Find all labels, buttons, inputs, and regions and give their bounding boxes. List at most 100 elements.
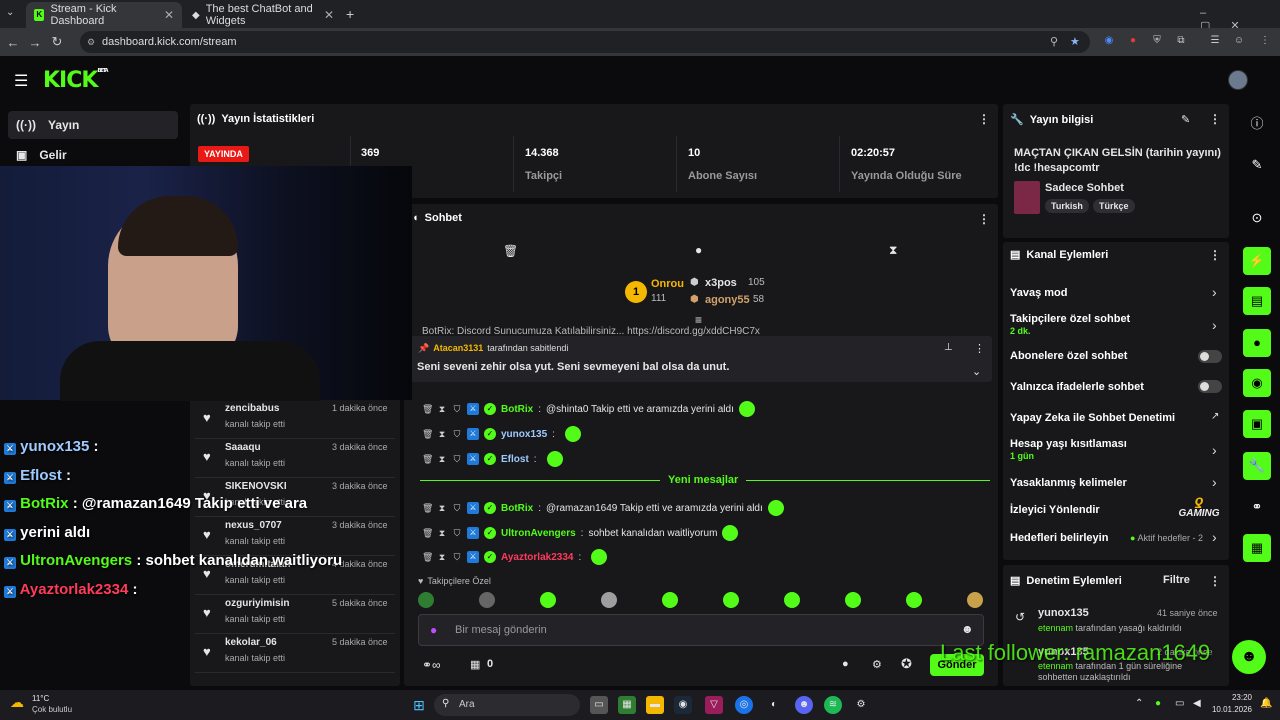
avatar[interactable]	[1228, 70, 1248, 90]
close-tab-icon[interactable]: ✕	[324, 8, 334, 22]
mod-target-user[interactable]: yunox135	[1038, 607, 1089, 619]
leader-3-name[interactable]: agony55	[705, 294, 750, 306]
windows-start-icon[interactable]: ⊞	[410, 696, 428, 714]
shield-icon[interactable]: ⛉	[452, 454, 462, 465]
close-tab-icon[interactable]: ✕	[164, 8, 174, 22]
chrome-icon[interactable]: ◎	[735, 696, 753, 714]
edit-pencil-icon[interactable]: ✎	[1181, 113, 1190, 126]
emote-icon[interactable]	[723, 592, 739, 608]
file-explorer-icon[interactable]: ▬	[646, 696, 664, 714]
extension-icon[interactable]: ◉	[1102, 34, 1116, 48]
stats-menu-icon[interactable]: ⋮	[978, 112, 990, 126]
chat-username[interactable]: BotRix	[501, 503, 533, 514]
connections-icon[interactable]: ⚭	[1243, 493, 1271, 521]
chat-username[interactable]: Ayaztorlak2334	[501, 552, 573, 563]
info-icon[interactable]: ⓘ	[1243, 110, 1271, 138]
emote-icon[interactable]	[967, 592, 983, 608]
follower-name[interactable]: ozguriyimisin	[225, 598, 289, 609]
github-icon[interactable]: ◐	[765, 696, 783, 714]
leader-2-name[interactable]: x3pos	[705, 277, 737, 289]
emote-icon[interactable]	[662, 592, 678, 608]
emote-icon[interactable]	[479, 592, 495, 608]
age-restriction-setting[interactable]: Hesap yaşı kısıtlaması	[1010, 438, 1127, 450]
trash-icon[interactable]: 🗑	[422, 528, 433, 539]
tag-pill[interactable]: Turkish	[1045, 199, 1089, 213]
steam-icon[interactable]: ◉	[674, 696, 692, 714]
site-info-icon[interactable]: ⚙	[87, 31, 95, 53]
hourglass-icon[interactable]: ⧗	[437, 404, 447, 415]
follower-name[interactable]: kekolar_06	[225, 637, 277, 648]
emote-icon[interactable]	[845, 592, 861, 608]
subs-only-toggle[interactable]	[1198, 350, 1222, 363]
category-thumbnail[interactable]	[1014, 181, 1040, 214]
follower-name[interactable]: nexus_0707	[225, 520, 282, 531]
clock-date[interactable]: 10.01.2026	[1206, 705, 1252, 714]
follower-name[interactable]: Saaaqu	[225, 442, 261, 453]
chat-bubble-icon[interactable]: ●	[842, 658, 849, 670]
wrench-icon[interactable]: 🔧	[1243, 452, 1271, 480]
goals-setting[interactable]: Hedefleri belirleyin	[1010, 532, 1108, 544]
follower-name[interactable]: zencibabus	[225, 403, 279, 414]
leader-1-name[interactable]: Onrou	[651, 278, 684, 290]
hourglass-icon[interactable]: ⧗	[437, 528, 447, 539]
trash-icon[interactable]: 🗑	[422, 454, 433, 465]
follower-name[interactable]: SIKENOVSKI	[225, 481, 287, 492]
chevron-right-icon[interactable]: ›	[1212, 317, 1217, 333]
trash-icon[interactable]: 🗑	[422, 404, 433, 415]
collapse-icon[interactable]: ≡	[695, 313, 702, 327]
reload-icon[interactable]: ↻	[46, 34, 68, 50]
hamburger-menu-icon[interactable]: ☰	[14, 71, 28, 91]
chat-username[interactable]: yunox135	[501, 429, 547, 440]
tab-chatbot[interactable]: ◆ The best ChatBot and Widgets ✕	[184, 2, 342, 28]
emote-icon[interactable]	[418, 592, 434, 608]
chat-bubble-icon[interactable]: ●	[695, 243, 702, 257]
shield-icon[interactable]: ⛉	[452, 552, 462, 563]
hourglass-icon[interactable]: ⧗	[437, 429, 447, 440]
document-icon[interactable]: ▤	[1243, 287, 1271, 315]
zoom-icon[interactable]: ⚲	[1050, 31, 1058, 53]
shield-icon[interactable]: ⛉	[452, 528, 462, 539]
app-icon[interactable]: ⚙	[852, 696, 870, 714]
chevron-right-icon[interactable]: ›	[1212, 474, 1217, 490]
minecraft-icon[interactable]: ▦	[618, 696, 636, 714]
external-link-icon[interactable]: ↗	[1211, 411, 1219, 422]
kick-logo[interactable]: KICKBETA	[43, 68, 109, 93]
infinity-icon[interactable]: ⚭∞	[422, 658, 441, 672]
weather-temp[interactable]: 11°C	[32, 694, 49, 703]
tag-pill[interactable]: Türkçe	[1093, 199, 1135, 213]
chat-menu-icon[interactable]: ⋮	[978, 212, 990, 226]
lightning-icon[interactable]: ⚡	[1243, 247, 1271, 275]
emoji-icon[interactable]: ☻	[961, 622, 974, 636]
address-input[interactable]: ⚙ dashboard.kick.com/stream ⚲ ★	[80, 31, 1090, 53]
emote-icon[interactable]	[906, 592, 922, 608]
menu-dots-icon[interactable]: ⋮	[1258, 34, 1272, 48]
forward-icon[interactable]: →	[24, 35, 46, 50]
pinned-menu-icon[interactable]: ⋮	[974, 342, 985, 355]
trash-icon[interactable]: 🗑	[503, 244, 518, 258]
pinned-by[interactable]: Atacan3131	[433, 343, 483, 354]
notification-icon[interactable]: 🔔	[1260, 698, 1272, 709]
unpin-icon[interactable]: ⊥	[944, 342, 953, 353]
extension-icon[interactable]: ●	[1126, 34, 1140, 48]
moderation-menu-icon[interactable]: ⋮	[1209, 574, 1221, 588]
broadcast-icon[interactable]: ◉	[1243, 369, 1271, 397]
hourglass-icon[interactable]: ⧗	[437, 552, 447, 563]
filter-button[interactable]: Filtre	[1163, 574, 1190, 586]
discord-icon[interactable]: ☻	[795, 696, 813, 714]
panel-icon[interactable]: ▣	[1243, 410, 1271, 438]
new-tab-icon[interactable]: +	[346, 6, 354, 22]
trash-icon[interactable]: 🗑	[422, 503, 433, 514]
edit-pencil-icon[interactable]: ✎	[1243, 151, 1271, 179]
emotes-only-toggle[interactable]	[1198, 380, 1222, 393]
chat-username[interactable]: Eflost	[501, 454, 529, 465]
chat-username[interactable]: BotRix	[501, 404, 533, 415]
sidebar-item-revenue[interactable]: ▣ Gelir	[8, 141, 178, 169]
hourglass-icon[interactable]: ⧗	[437, 454, 447, 465]
volume-icon[interactable]: ◀	[1193, 698, 1201, 709]
emote-icon[interactable]	[601, 592, 617, 608]
followers-only-setting[interactable]: Takipçilere özel sohbet	[1010, 313, 1130, 325]
chevron-right-icon[interactable]: ›	[1212, 284, 1217, 300]
chat-bubble-icon[interactable]: ●	[1243, 329, 1271, 357]
expand-chevron-icon[interactable]: ⌄	[972, 365, 981, 378]
shield-icon[interactable]: ⛉	[452, 503, 462, 514]
